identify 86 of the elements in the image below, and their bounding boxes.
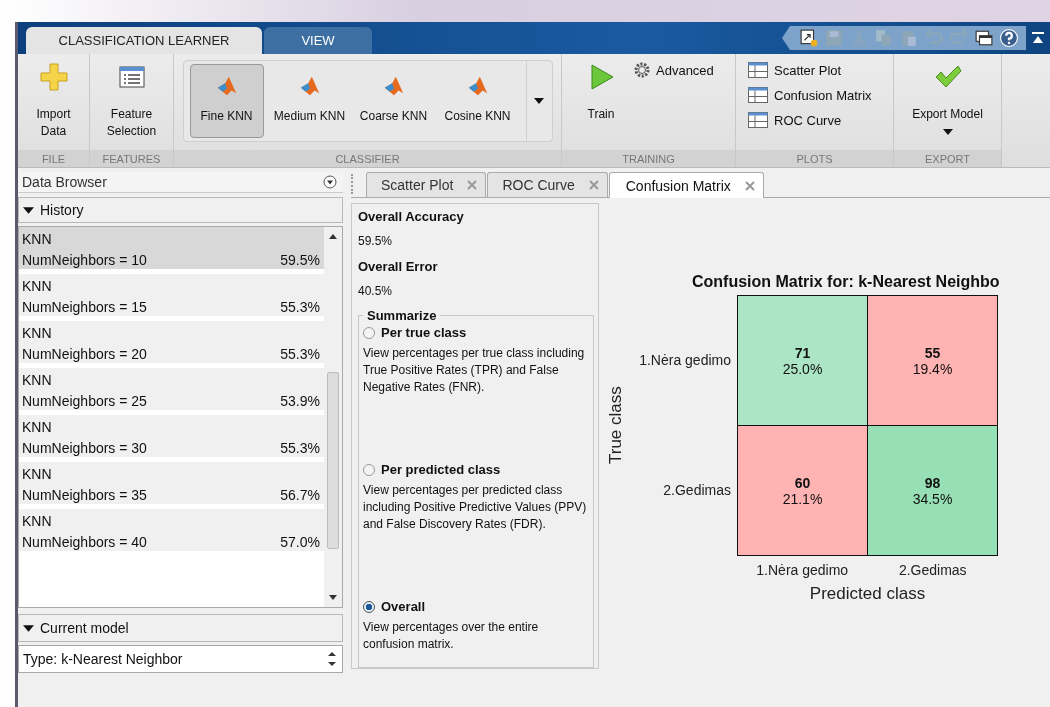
minimize-ribbon-icon[interactable] [1032, 32, 1044, 44]
section-label: CLASSIFIER [174, 150, 561, 167]
ribbon-tab[interactable]: CLASSIFICATION LEARNER [26, 27, 262, 54]
history-item[interactable]: KNN NumNeighbors = 40 57.0% [19, 509, 324, 551]
train-button[interactable]: Train [576, 62, 626, 123]
model-info-field: Type: k-Nearest Neighbor [18, 645, 343, 673]
matrix-cell: 55 19.4% [868, 296, 997, 425]
import-data-button[interactable]: Import Data [23, 62, 84, 140]
table-icon [748, 87, 768, 103]
error-value: 40.5% [358, 283, 394, 300]
scrollbar[interactable] [324, 227, 342, 607]
scroll-up-icon[interactable] [329, 234, 337, 239]
close-icon[interactable] [467, 180, 478, 190]
radio-button[interactable] [363, 463, 375, 476]
dropdown-arrow-icon [942, 129, 953, 135]
radio-option[interactable]: Per predicted class [363, 462, 589, 477]
scroll-down-icon[interactable] [329, 595, 337, 600]
axis-label: Predicted class [808, 584, 927, 604]
section-title: Current model [40, 620, 129, 636]
document-tab[interactable]: Scatter Plot [366, 172, 487, 197]
column-label: 1.Nėra gedimo [755, 562, 850, 578]
axis-label: True class [605, 385, 626, 466]
export-model-button[interactable]: Export Model [897, 62, 998, 135]
radio-button[interactable] [363, 326, 375, 339]
group-title: Summarize [366, 308, 438, 323]
history-item[interactable]: KNN NumNeighbors = 15 55.3% [19, 274, 324, 316]
document-tab[interactable]: Confusion Matrix [608, 172, 764, 198]
section-header[interactable]: Current model [18, 614, 343, 642]
row-label: 1.Nėra gedimo [638, 351, 732, 370]
section-label: PLOTS [736, 150, 893, 167]
section-title: History [40, 202, 84, 218]
panel-menu-icon[interactable] [323, 175, 337, 189]
gear-icon [634, 62, 650, 78]
section-label: TRAINING [562, 150, 735, 167]
plot-button[interactable]: Confusion Matrix [748, 87, 872, 103]
accuracy-value: 59.5% [358, 233, 394, 250]
section-header[interactable]: History [18, 197, 343, 223]
plus-icon [38, 62, 69, 92]
matrix-cell: 60 21.1% [738, 426, 867, 555]
history-item[interactable]: KNN NumNeighbors = 25 53.9% [19, 368, 324, 410]
section-label: FILE [18, 150, 89, 167]
matrix-cell: 98 34.5% [868, 426, 997, 555]
panel-title: Data Browser [22, 174, 107, 190]
history-item[interactable]: KNN NumNeighbors = 20 55.3% [19, 321, 324, 363]
table-icon [748, 62, 768, 78]
section-label: EXPORT [894, 150, 1001, 167]
plot-button[interactable]: ROC Curve [748, 112, 842, 128]
collapse-icon[interactable] [23, 622, 34, 634]
history-item[interactable]: KNN NumNeighbors = 30 55.3% [19, 415, 324, 457]
close-icon[interactable] [588, 180, 599, 190]
matlab-logo-icon [382, 75, 405, 97]
column-label: 2.Gedimas [897, 562, 968, 578]
help-icon[interactable] [1000, 29, 1018, 47]
classifier-option[interactable]: Medium KNN [267, 64, 352, 138]
table-icon [748, 112, 768, 128]
classifier-option[interactable]: Cosine KNN [435, 64, 520, 138]
spinner-icon[interactable] [328, 651, 336, 667]
radio-option[interactable]: Overall [363, 599, 589, 614]
document-tab[interactable]: ROC Curve [487, 172, 608, 197]
option-description: View percentages per predicted class including Positive Predictive Values (PPV) and False Discovery Rates (FDR). [363, 482, 588, 533]
error-label: Overall Error [358, 258, 439, 276]
plot-button[interactable]: Scatter Plot [748, 62, 842, 78]
matlab-logo-icon [466, 75, 489, 97]
matrix-cell: 71 25.0% [738, 296, 867, 425]
advanced-button[interactable]: Advanced [634, 62, 714, 78]
new-window-icon[interactable] [800, 29, 818, 47]
matlab-logo-icon [215, 75, 238, 97]
radio-button[interactable] [363, 600, 375, 613]
classifier-option[interactable]: Coarse KNN [351, 64, 436, 138]
row-label: 2.Gedimas [662, 481, 732, 500]
matlab-logo-icon [298, 75, 321, 97]
accuracy-label: Overall Accuracy [358, 208, 465, 226]
classifier-option[interactable]: Fine KNN [189, 64, 264, 138]
dropdown-arrow-icon [534, 98, 544, 104]
collapse-icon[interactable] [23, 204, 34, 216]
history-item[interactable]: KNN NumNeighbors = 35 56.7% [19, 462, 324, 504]
option-description: View percentages over the entire confusion matrix. [363, 619, 540, 653]
close-icon[interactable] [744, 180, 755, 191]
layout-icon[interactable] [975, 29, 993, 47]
option-description: View percentages per true class including True Positive Rates (TPR) and False Negative Rates (FNR). [363, 345, 586, 396]
feature-selection-button[interactable]: Feature Selection [96, 62, 167, 140]
radio-option[interactable]: Per true class [363, 325, 589, 340]
chart-title: Confusion Matrix for: k-Nearest Neighbo [691, 273, 1001, 291]
ribbon-tab[interactable]: VIEW [264, 27, 372, 54]
section-label: FEATURES [90, 150, 173, 167]
history-item[interactable]: KNN NumNeighbors = 10 59.5% [19, 227, 324, 269]
